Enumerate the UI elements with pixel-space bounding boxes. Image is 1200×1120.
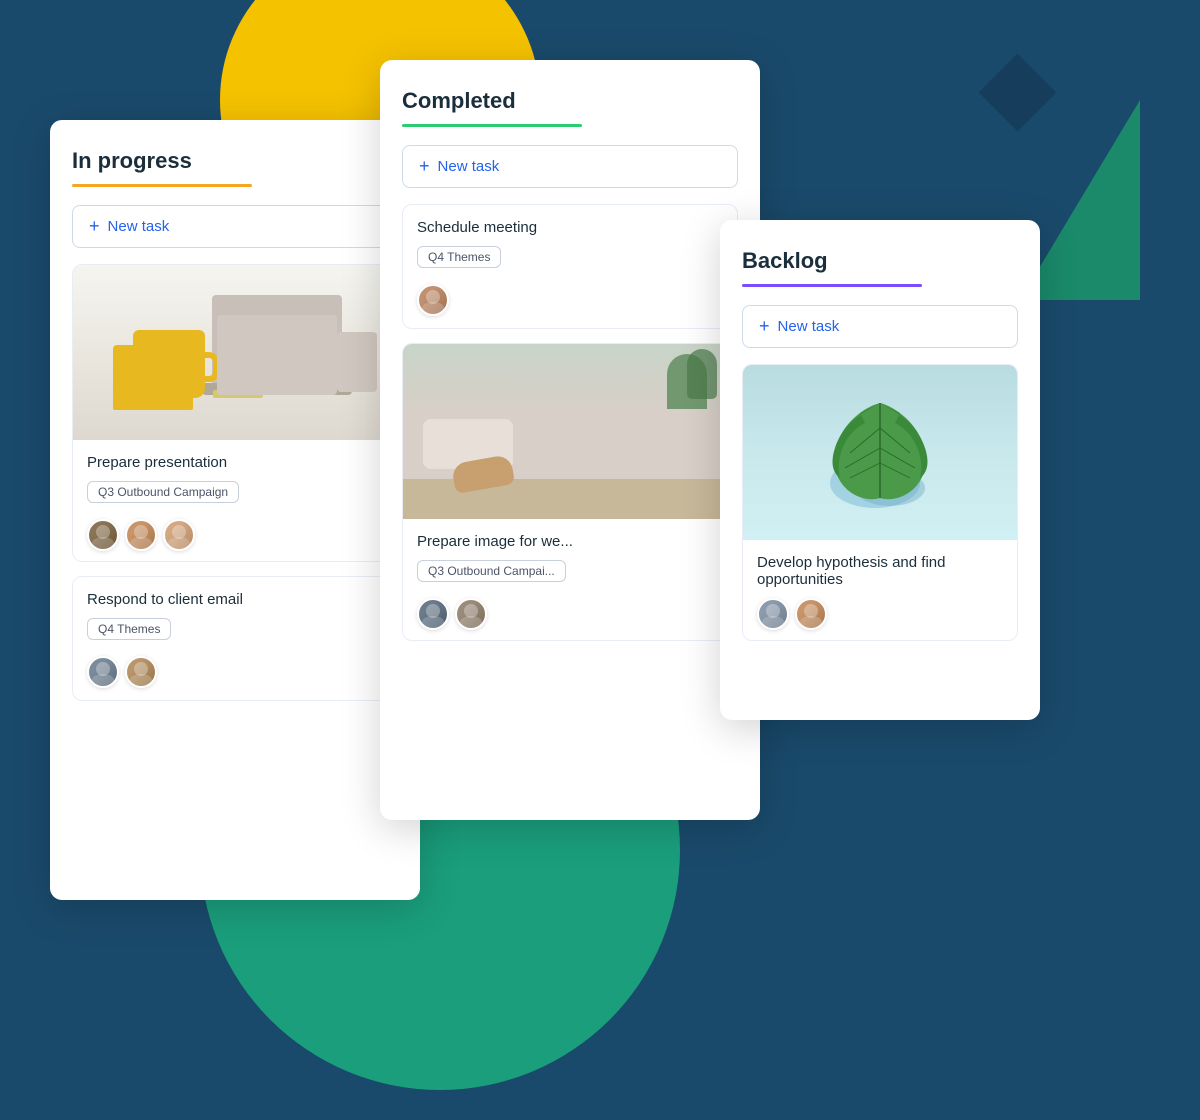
task-image-bedroom	[403, 344, 737, 519]
task-tag-3: Q4 Themes	[417, 246, 501, 268]
task-card-body-1: Prepare presentation Q3 Outbound Campaig…	[73, 440, 397, 561]
leaf-svg	[815, 388, 945, 518]
avatar-woman1b	[795, 598, 827, 630]
task-card-body-4: Prepare image for we... Q3 Outbound Camp…	[403, 519, 737, 640]
task-card-prepare-presentation[interactable]: Prepare presentation Q3 Outbound Campaig…	[72, 264, 398, 562]
task-card-prepare-image[interactable]: Prepare image for we... Q3 Outbound Camp…	[402, 343, 738, 641]
task-title-3: Schedule meeting	[417, 219, 723, 236]
backlog-underline	[742, 284, 922, 287]
task-tag-4: Q3 Outbound Campai...	[417, 560, 566, 582]
avatar-man2	[87, 656, 119, 688]
task-avatars-3	[417, 284, 723, 316]
task-title-2: Respond to client email	[87, 591, 383, 608]
plus-icon-inprogress: +	[89, 216, 100, 237]
task-avatars-5	[757, 598, 1003, 630]
avatar-man4	[455, 598, 487, 630]
avatar-man1	[87, 519, 119, 551]
task-tag-2: Q4 Themes	[87, 618, 171, 640]
task-card-body-5: Develop hypothesis and find opportunitie…	[743, 540, 1017, 640]
new-task-button-backlog[interactable]: + New task	[742, 305, 1018, 348]
plus-icon-backlog: +	[759, 316, 770, 337]
new-task-button-completed[interactable]: + New task	[402, 145, 738, 188]
column-completed-title: Completed	[402, 88, 738, 114]
task-card-schedule-meeting[interactable]: Schedule meeting Q4 Themes	[402, 204, 738, 329]
column-backlog-title: Backlog	[742, 248, 1018, 274]
plus-icon-completed: +	[419, 156, 430, 177]
avatar-woman4	[417, 284, 449, 316]
completed-underline	[402, 124, 582, 127]
task-avatars-4	[417, 598, 723, 630]
avatar-woman2	[163, 519, 195, 551]
column-inprogress-title: In progress	[72, 148, 398, 174]
kanban-board: In progress + New task Prepare presentat…	[50, 60, 1040, 900]
column-inprogress: In progress + New task Prepare presentat…	[50, 120, 420, 900]
task-card-develop-hypothesis[interactable]: Develop hypothesis and find opportunitie…	[742, 364, 1018, 641]
task-card-respond-email[interactable]: Respond to client email Q4 Themes	[72, 576, 398, 701]
new-task-label-backlog: New task	[778, 318, 840, 335]
task-title-5: Develop hypothesis and find opportunitie…	[757, 554, 1003, 588]
task-avatars-1	[87, 519, 383, 551]
task-title-1: Prepare presentation	[87, 454, 383, 471]
avatar-woman1	[125, 519, 157, 551]
task-title-4: Prepare image for we...	[417, 533, 723, 550]
avatar-woman3	[125, 656, 157, 688]
column-backlog: Backlog + New task	[720, 220, 1040, 720]
new-task-label-completed: New task	[438, 158, 500, 175]
task-avatars-2	[87, 656, 383, 688]
new-task-button-inprogress[interactable]: + New task	[72, 205, 398, 248]
task-image-desk	[73, 265, 397, 440]
task-image-leaf	[743, 365, 1017, 540]
task-tag-1: Q3 Outbound Campaign	[87, 481, 239, 503]
avatar-man5	[757, 598, 789, 630]
inprogress-underline	[72, 184, 252, 187]
new-task-label-inprogress: New task	[108, 218, 170, 235]
column-completed: Completed + New task Schedule meeting Q4…	[380, 60, 760, 820]
avatar-man3	[417, 598, 449, 630]
